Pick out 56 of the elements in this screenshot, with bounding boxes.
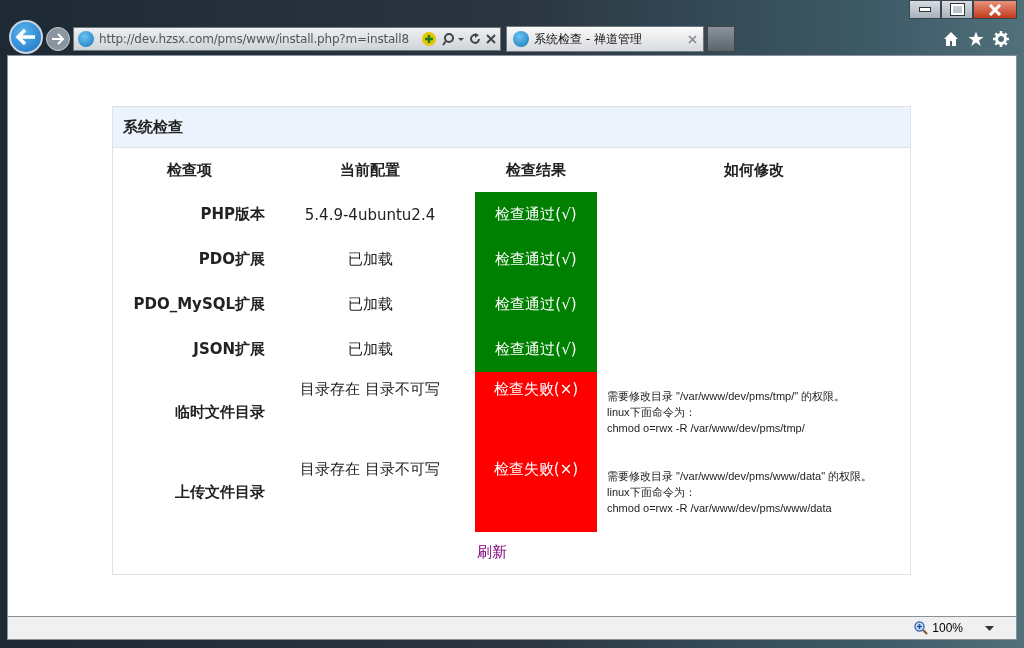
plus-icon[interactable] [421, 31, 437, 47]
site-icon [78, 31, 94, 47]
close-icon[interactable] [688, 34, 697, 44]
stop-icon[interactable] [486, 34, 496, 44]
check-result: 检查通过(√) [475, 192, 597, 237]
check-item: 上传文件目录 [174, 481, 265, 503]
check-result: 检查失败(×) [475, 452, 597, 532]
back-button[interactable] [9, 20, 43, 54]
check-result: 检查通过(√) [475, 282, 597, 327]
maximize-button[interactable] [941, 0, 973, 19]
column-header: 当前配置 [265, 148, 475, 192]
config-value: 目录存在 目录不可写 [265, 372, 475, 452]
search-icon[interactable] [442, 32, 464, 46]
browser-tab[interactable]: 系统检查 - 禅道管理 [506, 26, 704, 52]
tab-title: 系统检查 - 禅道管理 [534, 30, 643, 48]
back-arrow-icon [15, 28, 37, 46]
config-value: 目录存在 目录不可写 [265, 452, 475, 532]
check-result: 检查失败(×) [475, 372, 597, 452]
refresh-icon[interactable] [469, 33, 481, 45]
check-item: PDO_MySQL扩展 [132, 294, 265, 315]
config-value: 已加载 [265, 237, 475, 282]
close-button[interactable] [973, 0, 1017, 19]
address-bar[interactable]: http://dev.hzsx.com/pms/www/install.php?m=install8 [73, 27, 501, 51]
new-tab-button[interactable] [707, 26, 735, 52]
fix-instruction: 需要修改目录 "/var/www/dev/pms/www/data" 的权限。 [607, 469, 874, 484]
refresh-link[interactable]: 刷新 [476, 543, 507, 561]
zoom-level[interactable]: 100% [932, 621, 963, 635]
fix-instruction: chmod o=rwx -R /var/www/dev/pms/tmp/ [607, 421, 806, 436]
config-value: 已加载 [265, 282, 475, 327]
fix-instruction: linux下面命令为： [607, 485, 697, 500]
check-item: PHP版本 [199, 204, 265, 225]
column-header: 如何修改 [597, 148, 910, 192]
config-value: 5.4.9-4ubuntu2.4 [265, 192, 475, 237]
check-item: PDO扩展 [197, 249, 265, 270]
panel-title: 系统检查 [123, 117, 183, 137]
home-icon[interactable] [943, 31, 959, 47]
check-item: JSON扩展 [191, 339, 265, 360]
fix-instruction: chmod o=rwx -R /var/www/dev/pms/www/data [607, 501, 833, 516]
check-item: 临时文件目录 [174, 401, 265, 423]
zoom-icon[interactable] [914, 621, 929, 635]
config-value: 已加载 [265, 327, 475, 372]
fix-instruction: linux下面命令为： [607, 405, 697, 420]
check-result: 检查通过(√) [475, 327, 597, 372]
site-icon [513, 31, 529, 47]
forward-arrow-icon [51, 33, 65, 45]
fix-instruction: 需要修改目录 "/var/www/dev/pms/tmp/" 的权限。 [607, 389, 847, 404]
address-text: http://dev.hzsx.com/pms/www/install.php?m=install8 [99, 32, 410, 46]
caret-icon[interactable] [985, 625, 994, 631]
column-header: 检查结果 [475, 148, 597, 192]
column-header: 检查项 [165, 159, 213, 181]
forward-button[interactable] [46, 27, 70, 51]
check-result: 检查通过(√) [475, 237, 597, 282]
minimize-button[interactable] [909, 0, 941, 19]
close-icon [988, 3, 1002, 16]
star-icon[interactable] [968, 31, 984, 47]
settings-icon[interactable] [993, 31, 1009, 47]
